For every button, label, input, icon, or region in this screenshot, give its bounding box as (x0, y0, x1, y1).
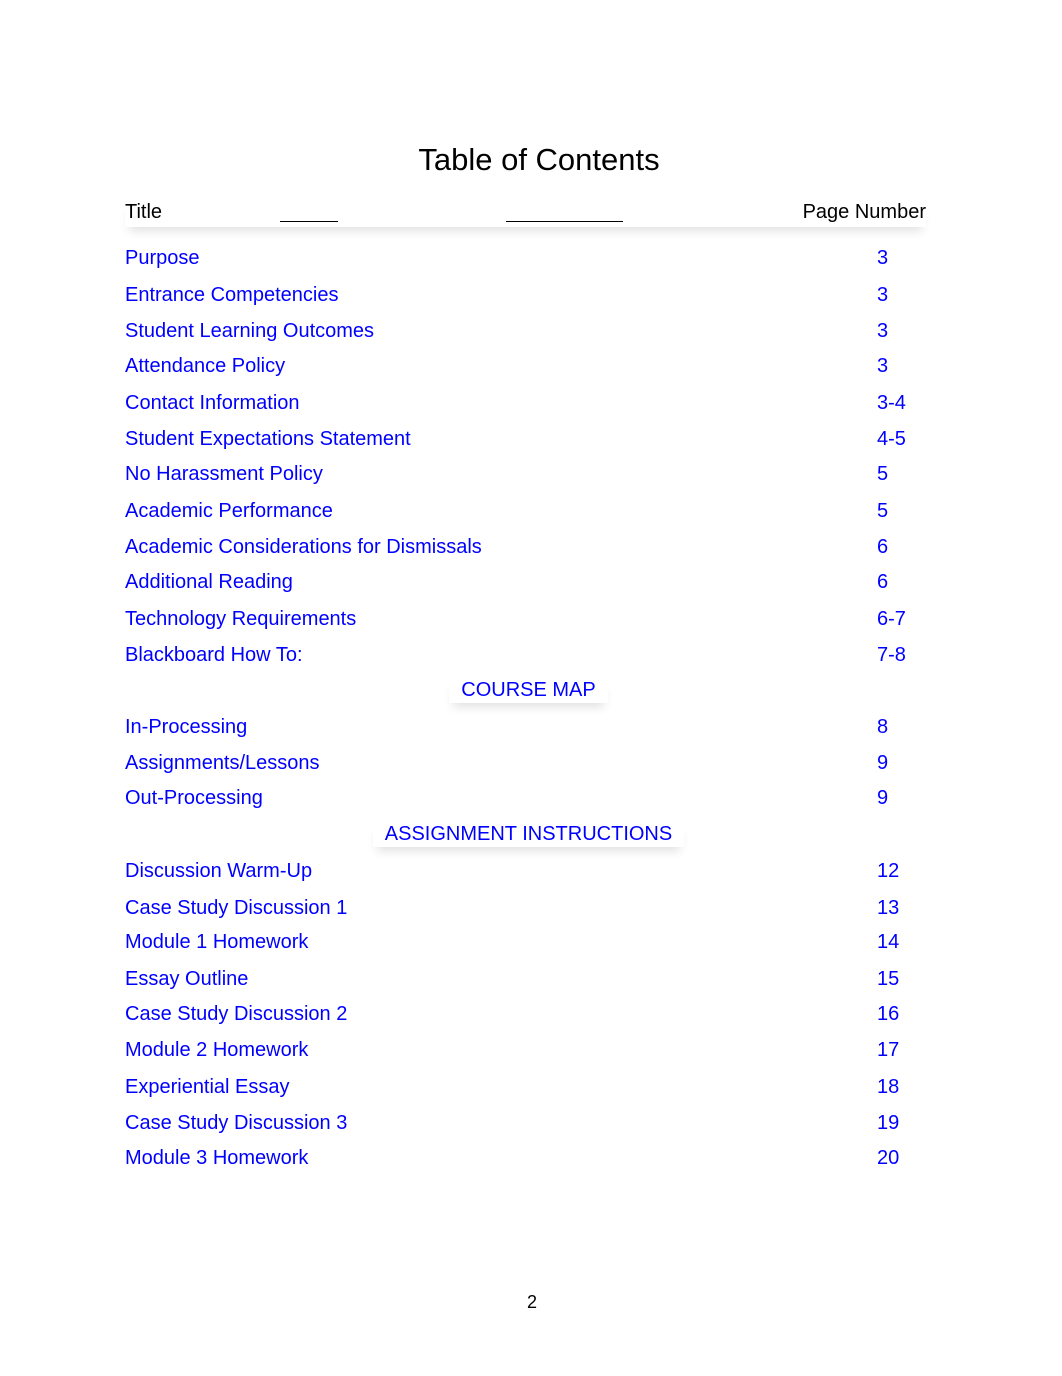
toc-entry-title-link[interactable]: Additional Reading (125, 569, 293, 595)
toc-entry-title-link[interactable]: Technology Requirements (125, 606, 356, 632)
toc-entry[interactable]: Student Expectations Statement 4-5 (125, 426, 926, 452)
title-column-header: Title (125, 201, 163, 223)
toc-entry-page: 3 (877, 247, 889, 269)
toc-entry[interactable]: Attendance Policy 3 (125, 353, 926, 379)
toc-entry-page: 13 (877, 897, 900, 919)
toc-entry-title-link[interactable]: Attendance Policy (125, 353, 285, 379)
toc-entry-title-link[interactable]: Module 3 Homework (125, 1145, 308, 1171)
toc-entry-page: 15 (877, 968, 900, 990)
toc-entry-page: 14 (877, 931, 900, 953)
toc-entry[interactable]: Essay Outline 15 (125, 966, 926, 992)
toc-entry-page: 12 (877, 860, 900, 882)
toc-entry[interactable]: Experiential Essay 18 (125, 1074, 926, 1100)
toc-entry-page: 6-7 (877, 608, 906, 630)
toc-entry[interactable]: Module 3 Homework 20 (125, 1145, 926, 1171)
toc-entry[interactable]: Assignments/Lessons 9 (125, 750, 926, 776)
toc-entry-page: 18 (877, 1076, 900, 1098)
toc-header-row: Title Page Number (125, 199, 926, 227)
toc-entry-title-link[interactable]: In-Processing (125, 714, 247, 740)
toc-entry[interactable]: Blackboard How To: 7-8 (125, 642, 926, 668)
toc-entry-title-link[interactable]: Blackboard How To: (125, 642, 303, 668)
toc-entry-page: 3-4 (877, 392, 906, 414)
toc-entry[interactable]: Additional Reading 6 (125, 569, 926, 595)
toc-entry[interactable]: Academic Considerations for Dismissals 6 (125, 534, 926, 560)
toc-entry-page: 16 (877, 1003, 900, 1025)
toc-entry-title-link[interactable]: Contact Information (125, 390, 300, 416)
toc-entry-page: 7-8 (877, 644, 906, 666)
toc-entry-title-link[interactable]: Module 2 Homework (125, 1037, 308, 1063)
toc-entry-page: 3 (877, 284, 889, 306)
section-heading-assignment-instructions: ASSIGNMENT INSTRUCTIONS (0, 821, 1057, 847)
toc-entry-title-link[interactable]: Experiential Essay (125, 1074, 290, 1100)
toc-entry[interactable]: Module 1 Homework 14 (125, 929, 926, 955)
toc-entry-page: 6 (877, 536, 889, 558)
toc-entry-title-link[interactable]: Discussion Warm-Up (125, 858, 312, 884)
toc-entry[interactable]: Technology Requirements 6-7 (125, 606, 926, 632)
toc-entry[interactable]: Discussion Warm-Up 12 (125, 858, 926, 884)
section-heading-link[interactable]: COURSE MAP (449, 677, 607, 703)
toc-entry-title-link[interactable]: Essay Outline (125, 966, 248, 992)
toc-entry-page: 9 (877, 787, 889, 809)
page-title: Table of Contents (418, 142, 660, 177)
section-heading-link[interactable]: ASSIGNMENT INSTRUCTIONS (373, 821, 684, 847)
toc-entry-page: 3 (877, 320, 889, 342)
toc-entry-title-link[interactable]: No Harassment Policy (125, 461, 323, 487)
toc-entry-title-link[interactable]: Out-Processing (125, 785, 263, 811)
toc-entry-title-link[interactable]: Entrance Competencies (125, 282, 338, 308)
toc-entry[interactable]: Contact Information 3-4 (125, 390, 926, 416)
toc-entry-title-link[interactable]: Student Learning Outcomes (125, 318, 374, 344)
toc-entry-page: 19 (877, 1112, 900, 1134)
toc-entry[interactable]: Case Study Discussion 3 19 (125, 1110, 926, 1136)
toc-entry-page: 20 (877, 1147, 900, 1169)
toc-entry-title-link[interactable]: Purpose (125, 245, 200, 271)
toc-entry-title-link[interactable]: Assignments/Lessons (125, 750, 320, 776)
toc-entry[interactable]: Case Study Discussion 2 16 (125, 1001, 926, 1027)
toc-entry[interactable]: Module 2 Homework 17 (125, 1037, 926, 1063)
page-number-column-header: Page Number (802, 201, 926, 223)
toc-entry-page: 9 (877, 752, 889, 774)
toc-entry-page: 4-5 (877, 428, 906, 450)
header-underline-blank (280, 221, 338, 222)
toc-entry-page: 3 (877, 355, 889, 377)
toc-entry[interactable]: Student Learning Outcomes 3 (125, 318, 926, 344)
toc-entry-title-link[interactable]: Case Study Discussion 2 (125, 1001, 347, 1027)
toc-entry-title-link[interactable]: Academic Performance (125, 498, 333, 524)
toc-entry-title-link[interactable]: Case Study Discussion 3 (125, 1110, 347, 1136)
toc-entry-title-link[interactable]: Academic Considerations for Dismissals (125, 534, 482, 560)
toc-entry[interactable]: Out-Processing 9 (125, 785, 926, 811)
toc-entry-title-link[interactable]: Module 1 Homework (125, 929, 308, 955)
toc-entry-page: 17 (877, 1039, 900, 1061)
toc-entry-title-link[interactable]: Student Expectations Statement (125, 426, 411, 452)
toc-entry[interactable]: Case Study Discussion 1 13 (125, 895, 926, 921)
toc-entry-page: 6 (877, 571, 889, 593)
toc-entry-page: 5 (877, 463, 889, 485)
toc-entry-page: 5 (877, 500, 889, 522)
toc-entry[interactable]: No Harassment Policy 5 (125, 461, 926, 487)
header-underline-blank (506, 221, 623, 222)
section-heading-course-map: COURSE MAP (0, 677, 1057, 703)
toc-entry[interactable]: Academic Performance 5 (125, 498, 926, 524)
toc-entry[interactable]: In-Processing 8 (125, 714, 926, 740)
toc-entry-page: 8 (877, 716, 889, 738)
toc-entry-title-link[interactable]: Case Study Discussion 1 (125, 895, 347, 921)
toc-entry[interactable]: Purpose 3 (125, 245, 926, 271)
footer-page-number: 2 (526, 1292, 537, 1312)
toc-entry[interactable]: Entrance Competencies 3 (125, 282, 926, 308)
